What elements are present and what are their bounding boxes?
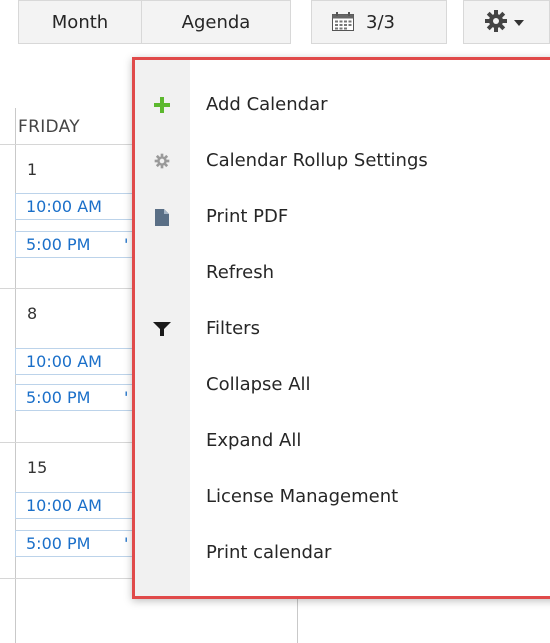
menu-item-add-calendar[interactable]: Add Calendar — [135, 77, 550, 133]
calendar-icon — [332, 4, 354, 31]
menu-item-label: Add Calendar — [206, 94, 328, 115]
gear-icon — [149, 133, 175, 189]
menu-item-print-pdf[interactable]: Print PDF — [135, 189, 550, 245]
menu-item-label: Calendar Rollup Settings — [206, 150, 428, 171]
event-time: 5:00 PM — [26, 235, 91, 254]
event-title: ' — [124, 235, 129, 254]
menu-item-print-calendar[interactable]: Print calendar — [135, 525, 550, 581]
menu-item-label: Print calendar — [206, 542, 332, 563]
menu-item-refresh[interactable]: Refresh — [135, 245, 550, 301]
menu-item-label: Refresh — [206, 262, 274, 283]
menu-item-filters[interactable]: Filters — [135, 301, 550, 357]
day-column-header: FRIDAY — [18, 117, 80, 137]
settings-menu-button[interactable] — [463, 0, 550, 44]
event-time: 5:00 PM — [26, 534, 91, 553]
menu-item-license-management[interactable]: License Management — [135, 469, 550, 525]
current-date-label: 3/3 — [366, 12, 395, 33]
menu-item-calendar-rollup-settings[interactable]: Calendar Rollup Settings — [135, 133, 550, 189]
plus-icon — [149, 77, 175, 133]
grid-line — [15, 108, 16, 643]
day-number[interactable]: 8 — [27, 304, 37, 323]
event-title: ' — [124, 388, 129, 407]
event-time: 10:00 AM — [26, 197, 102, 216]
day-number[interactable]: 15 — [27, 458, 47, 477]
month-view-button[interactable]: Month — [18, 0, 142, 44]
filter-icon — [149, 301, 175, 357]
menu-item-collapse-all[interactable]: Collapse All — [135, 357, 550, 413]
settings-dropdown-menu: Add Calendar Calendar Rollup Settings Pr… — [132, 57, 550, 599]
menu-item-label: Expand All — [206, 430, 302, 451]
menu-item-expand-all[interactable]: Expand All — [135, 413, 550, 469]
event-time: 10:00 AM — [26, 496, 102, 515]
menu-item-label: Print PDF — [206, 206, 289, 227]
calendar-toolbar: Month Agenda 3/3 — [0, 0, 550, 50]
event-time: 5:00 PM — [26, 388, 91, 407]
agenda-view-button[interactable]: Agenda — [141, 0, 291, 44]
event-time: 10:00 AM — [26, 352, 102, 371]
event-title: ' — [124, 534, 129, 553]
document-icon — [149, 189, 175, 245]
chevron-down-icon — [514, 20, 524, 26]
menu-item-label: License Management — [206, 486, 399, 507]
day-number[interactable]: 1 — [27, 160, 37, 179]
menu-item-label: Filters — [206, 318, 260, 339]
date-picker-button[interactable]: 3/3 — [311, 0, 447, 44]
menu-item-label: Collapse All — [206, 374, 311, 395]
gear-icon — [484, 6, 508, 32]
